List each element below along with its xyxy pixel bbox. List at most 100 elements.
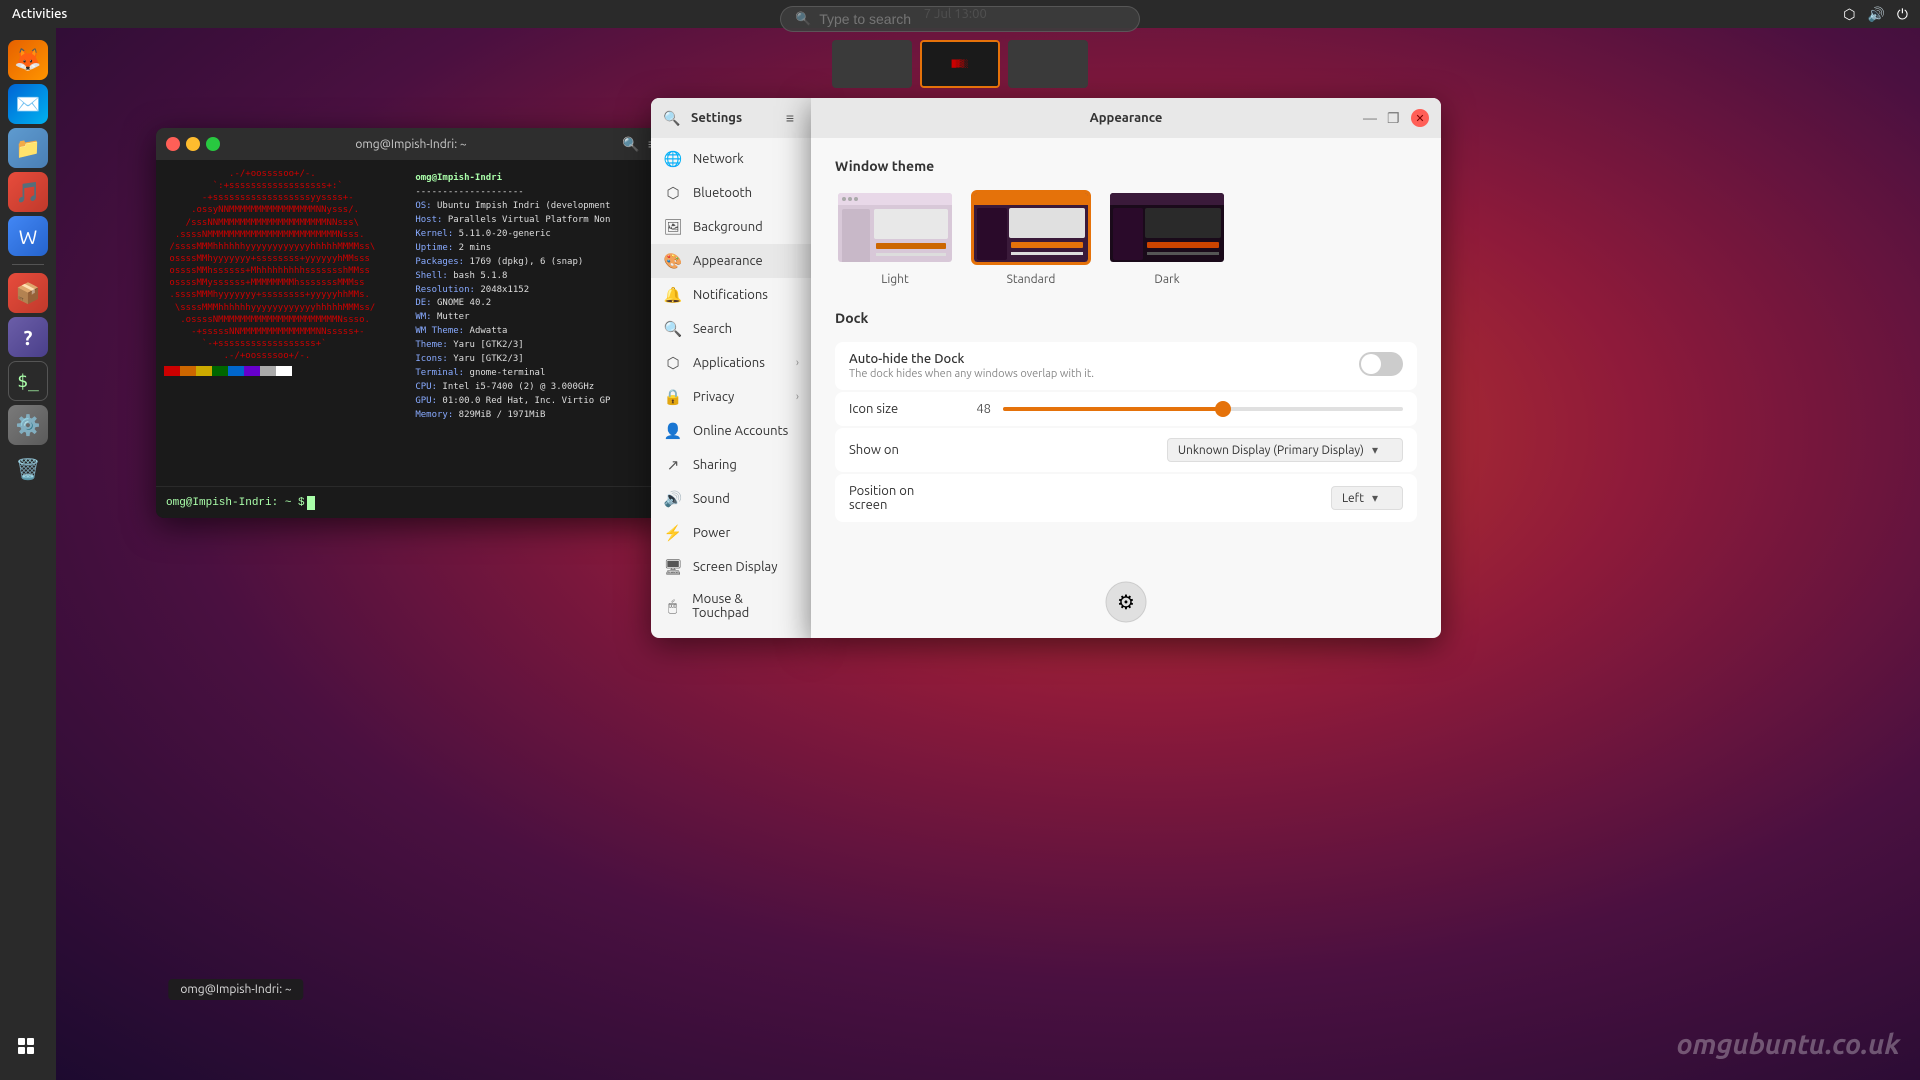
- power-settings-icon: ⚡: [663, 524, 683, 542]
- theme-dark-preview: [1107, 190, 1227, 265]
- volume-icon[interactable]: 🔊: [1867, 6, 1884, 23]
- keyboard-icon: ⌨: [663, 636, 683, 638]
- terminal-close-button[interactable]: [166, 137, 180, 151]
- screen-display-icon: 🖥: [663, 558, 683, 576]
- appearance-panel-title: Appearance: [1090, 111, 1163, 125]
- appearance-restore-button[interactable]: ❐: [1387, 110, 1403, 126]
- settings-panel-title: Settings: [691, 111, 742, 125]
- terminal-minimize-button[interactable]: [186, 137, 200, 151]
- dock-icon-rhythmbox[interactable]: 🎵: [8, 172, 48, 212]
- show-on-dropdown[interactable]: Unknown Display (Primary Display) ▾: [1167, 438, 1403, 462]
- settings-menu-button[interactable]: ≡: [779, 107, 801, 129]
- settings-item-sound[interactable]: 🔊 Sound: [651, 482, 811, 516]
- dock-icon-settings[interactable]: ⚙️: [8, 405, 48, 445]
- window-thumb-empty[interactable]: [832, 40, 912, 88]
- theme-light[interactable]: Light: [835, 190, 955, 286]
- window-thumb-terminal[interactable]: █▓▒░: [920, 40, 1000, 88]
- icon-size-value: 48: [961, 402, 991, 416]
- theme-standard-label: Standard: [1007, 273, 1056, 286]
- terminal-window: omg@Impish-Indri: ~ 🔍 ≡ .-/+oossssoo+/-.…: [156, 128, 666, 518]
- dock-icon-thunderbird[interactable]: ✉️: [8, 84, 48, 124]
- settings-item-screen-display[interactable]: 🖥 Screen Display: [651, 550, 811, 584]
- dock-icon-trash[interactable]: 🗑️: [8, 449, 48, 489]
- theme-dark-label: Dark: [1154, 273, 1179, 286]
- autohide-label: Auto-hide the Dock: [849, 352, 1359, 366]
- terminal-search-icon[interactable]: 🔍: [622, 136, 639, 153]
- terminal-prompt: omg@Impish-Indri: ~ $: [156, 486, 666, 518]
- position-label: Position on screen: [849, 484, 949, 512]
- theme-thumbnails: Light: [835, 190, 1417, 286]
- bluetooth-icon: ⬡: [663, 184, 683, 202]
- settings-item-search[interactable]: 🔍 Search: [651, 312, 811, 346]
- settings-list: 🌐 Network ⬡ Bluetooth 🖼 Background 🎨 App…: [651, 138, 811, 638]
- settings-item-mouse-touchpad[interactable]: 🖱 Mouse & Touchpad: [651, 584, 811, 628]
- settings-item-network[interactable]: 🌐 Network: [651, 142, 811, 176]
- settings-item-background[interactable]: 🖼 Background: [651, 210, 811, 244]
- watermark: omgubuntu.co.uk: [1676, 1029, 1900, 1060]
- appearance-content: Window theme: [811, 138, 1441, 638]
- power-icon[interactable]: ⏻: [1897, 6, 1908, 23]
- settings-gear-icon: ⚙: [1104, 580, 1148, 628]
- search-settings-icon: 🔍: [663, 320, 683, 338]
- search-bar[interactable]: 🔍: [780, 6, 1140, 32]
- theme-light-preview: [835, 190, 955, 265]
- theme-standard-preview: [971, 190, 1091, 265]
- notifications-icon: 🔔: [663, 286, 683, 304]
- position-row: Position on screen Left ▾: [835, 474, 1417, 522]
- position-dropdown[interactable]: Left ▾: [1331, 486, 1403, 510]
- applications-icon: ⬡: [663, 354, 683, 372]
- show-on-row: Show on Unknown Display (Primary Display…: [835, 428, 1417, 472]
- activities-button[interactable]: Activities: [12, 7, 67, 21]
- network-status-icon: ⬡: [1843, 6, 1855, 23]
- icon-size-slider-thumb[interactable]: [1215, 401, 1231, 417]
- sharing-icon: ↗: [663, 456, 683, 474]
- terminal-titlebar: omg@Impish-Indri: ~ 🔍 ≡: [156, 128, 666, 160]
- settings-item-bluetooth[interactable]: ⬡ Bluetooth: [651, 176, 811, 210]
- appearance-window-controls: — ❐ ✕: [1363, 109, 1429, 127]
- theme-dark[interactable]: Dark: [1107, 190, 1227, 286]
- privacy-icon: 🔒: [663, 388, 683, 406]
- left-dock: 🦊 ✉️ 📁 🎵 W 📦 ? $_ ⚙️ 🗑️: [0, 28, 56, 1080]
- settings-item-appearance[interactable]: 🎨 Appearance: [651, 244, 811, 278]
- settings-titlebar: 🔍 Settings ≡: [651, 98, 811, 138]
- desktop-area: omg@Impish-Indri: ~ 🔍 ≡ .-/+oossssoo+/-.…: [56, 28, 1920, 1080]
- svg-text:⚙: ⚙: [1117, 590, 1135, 613]
- icon-size-slider[interactable]: [1003, 407, 1403, 411]
- settings-item-keyboard[interactable]: ⌨ Keyboard: [651, 628, 811, 638]
- dock-icon-files[interactable]: 📁: [8, 128, 48, 168]
- settings-item-online-accounts[interactable]: 👤 Online Accounts: [651, 414, 811, 448]
- show-applications-button[interactable]: [8, 1028, 48, 1068]
- dock-icon-software[interactable]: 📦: [8, 273, 48, 313]
- sound-icon: 🔊: [663, 490, 683, 508]
- background-icon: 🖼: [663, 218, 683, 236]
- search-bar-container: 🔍: [780, 6, 1140, 32]
- terminal-content: .-/+oossssoo+/-. `:+ssssssssssssssssss+:…: [156, 160, 666, 486]
- autohide-option: Auto-hide the Dock The dock hides when a…: [835, 342, 1417, 390]
- settings-item-notifications[interactable]: 🔔 Notifications: [651, 278, 811, 312]
- appearance-minimize-button[interactable]: —: [1363, 110, 1379, 126]
- dock-icon-firefox[interactable]: 🦊: [8, 40, 48, 80]
- terminal-tooltip: omg@Impish-Indri: ~: [168, 979, 303, 1000]
- appearance-close-button[interactable]: ✕: [1411, 109, 1429, 127]
- window-strip: █▓▒░: [832, 40, 1088, 88]
- dock-icon-help[interactable]: ?: [8, 317, 48, 357]
- theme-standard[interactable]: Standard: [971, 190, 1091, 286]
- window-thumb-3[interactable]: [1008, 40, 1088, 88]
- settings-item-power[interactable]: ⚡ Power: [651, 516, 811, 550]
- settings-item-sharing[interactable]: ↗ Sharing: [651, 448, 811, 482]
- search-input[interactable]: [819, 11, 1125, 27]
- privacy-arrow-icon: ›: [796, 391, 799, 403]
- dock-icon-terminal[interactable]: $_: [8, 361, 48, 401]
- dock-icon-writer[interactable]: W: [8, 216, 48, 256]
- terminal-maximize-button[interactable]: [206, 137, 220, 151]
- icon-size-row: Icon size 48: [835, 392, 1417, 426]
- mouse-icon: 🖱: [663, 597, 682, 615]
- appearance-icon: 🎨: [663, 252, 683, 270]
- settings-item-applications[interactable]: ⬡ Applications ›: [651, 346, 811, 380]
- settings-search-button[interactable]: 🔍: [661, 107, 683, 129]
- window-theme-section-title: Window theme: [835, 158, 1417, 174]
- autohide-toggle[interactable]: [1359, 352, 1403, 376]
- autohide-desc: The dock hides when any windows overlap …: [849, 368, 1359, 380]
- applications-arrow-icon: ›: [796, 357, 799, 369]
- settings-item-privacy[interactable]: 🔒 Privacy ›: [651, 380, 811, 414]
